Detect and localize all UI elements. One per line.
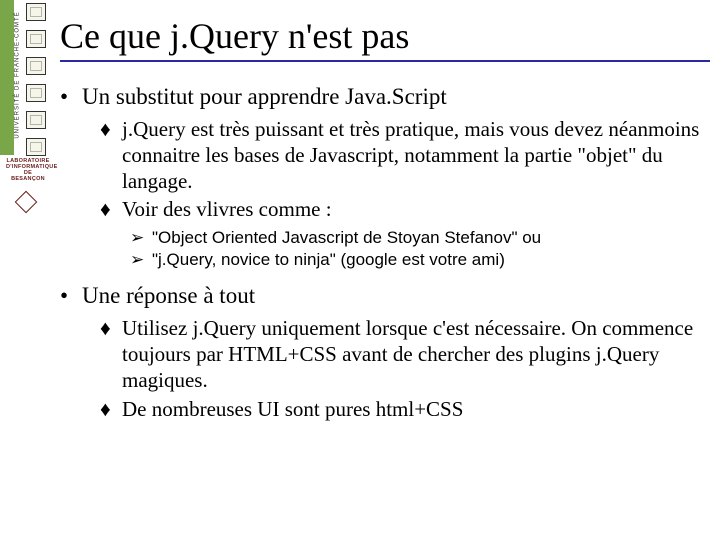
bullet-level-3: ➢ "Object Oriented Javascript de Stoyan … bbox=[130, 227, 710, 249]
bullet-arrow-icon: ➢ bbox=[130, 227, 152, 249]
decorative-icon bbox=[26, 111, 46, 129]
decorative-icon bbox=[26, 138, 46, 156]
bullet-text: "Object Oriented Javascript de Stoyan St… bbox=[152, 227, 541, 249]
bullet-text: Une réponse à tout bbox=[82, 281, 255, 311]
bullet-dot-icon: • bbox=[60, 281, 82, 311]
slide-title: Ce que j.Query n'est pas bbox=[60, 18, 710, 62]
sidebar-logo-strip: UNIVERSITÉ DE FRANCHE-COMTÉ LABORATOIRE … bbox=[0, 0, 54, 200]
bullet-dot-icon: • bbox=[60, 82, 82, 112]
bullet-level-2: ♦ j.Query est très puissant et très prat… bbox=[100, 116, 710, 195]
bullet-diamond-icon: ♦ bbox=[100, 196, 122, 222]
slide-content: Ce que j.Query n'est pas • Un substitut … bbox=[60, 18, 710, 428]
sidebar-color-band bbox=[0, 0, 14, 155]
bullet-level-3: ➢ "j.Query, novice to ninja" (google est… bbox=[130, 249, 710, 271]
sidebar-icon-stack bbox=[26, 3, 50, 165]
decorative-icon bbox=[26, 57, 46, 75]
bullet-diamond-icon: ♦ bbox=[100, 315, 122, 394]
bullet-diamond-icon: ♦ bbox=[100, 116, 122, 195]
decorative-icon bbox=[26, 3, 46, 21]
diamond-icon bbox=[15, 191, 38, 214]
lab-line: BESANÇON bbox=[11, 176, 45, 182]
bullet-arrow-icon: ➢ bbox=[130, 249, 152, 271]
bullet-block: • Une réponse à tout ♦ Utilisez j.Query … bbox=[60, 281, 710, 422]
bullet-text: De nombreuses UI sont pures html+CSS bbox=[122, 396, 463, 422]
bullet-text: Utilisez j.Query uniquement lorsque c'es… bbox=[122, 315, 710, 394]
bullet-text: "j.Query, novice to ninja" (google est v… bbox=[152, 249, 505, 271]
bullet-block: • Un substitut pour apprendre Java.Scrip… bbox=[60, 82, 710, 271]
bullet-text: Voir des vlivres comme : bbox=[122, 196, 332, 222]
bullet-level-1: • Une réponse à tout bbox=[60, 281, 710, 311]
decorative-icon bbox=[26, 30, 46, 48]
bullet-level-1: • Un substitut pour apprendre Java.Scrip… bbox=[60, 82, 710, 112]
bullet-text: Un substitut pour apprendre Java.Script bbox=[82, 82, 447, 112]
bullet-level-2: ♦ Voir des vlivres comme : bbox=[100, 196, 710, 222]
decorative-icon bbox=[26, 84, 46, 102]
bullet-level-2: ♦ De nombreuses UI sont pures html+CSS bbox=[100, 396, 710, 422]
bullet-text: j.Query est très puissant et très pratiq… bbox=[122, 116, 710, 195]
bullet-diamond-icon: ♦ bbox=[100, 396, 122, 422]
university-name-vertical: UNIVERSITÉ DE FRANCHE-COMTÉ bbox=[15, 0, 21, 153]
bullet-level-2: ♦ Utilisez j.Query uniquement lorsque c'… bbox=[100, 315, 710, 394]
lab-label: LABORATOIRE D'INFORMATIQUE DE BESANÇON bbox=[6, 158, 50, 182]
